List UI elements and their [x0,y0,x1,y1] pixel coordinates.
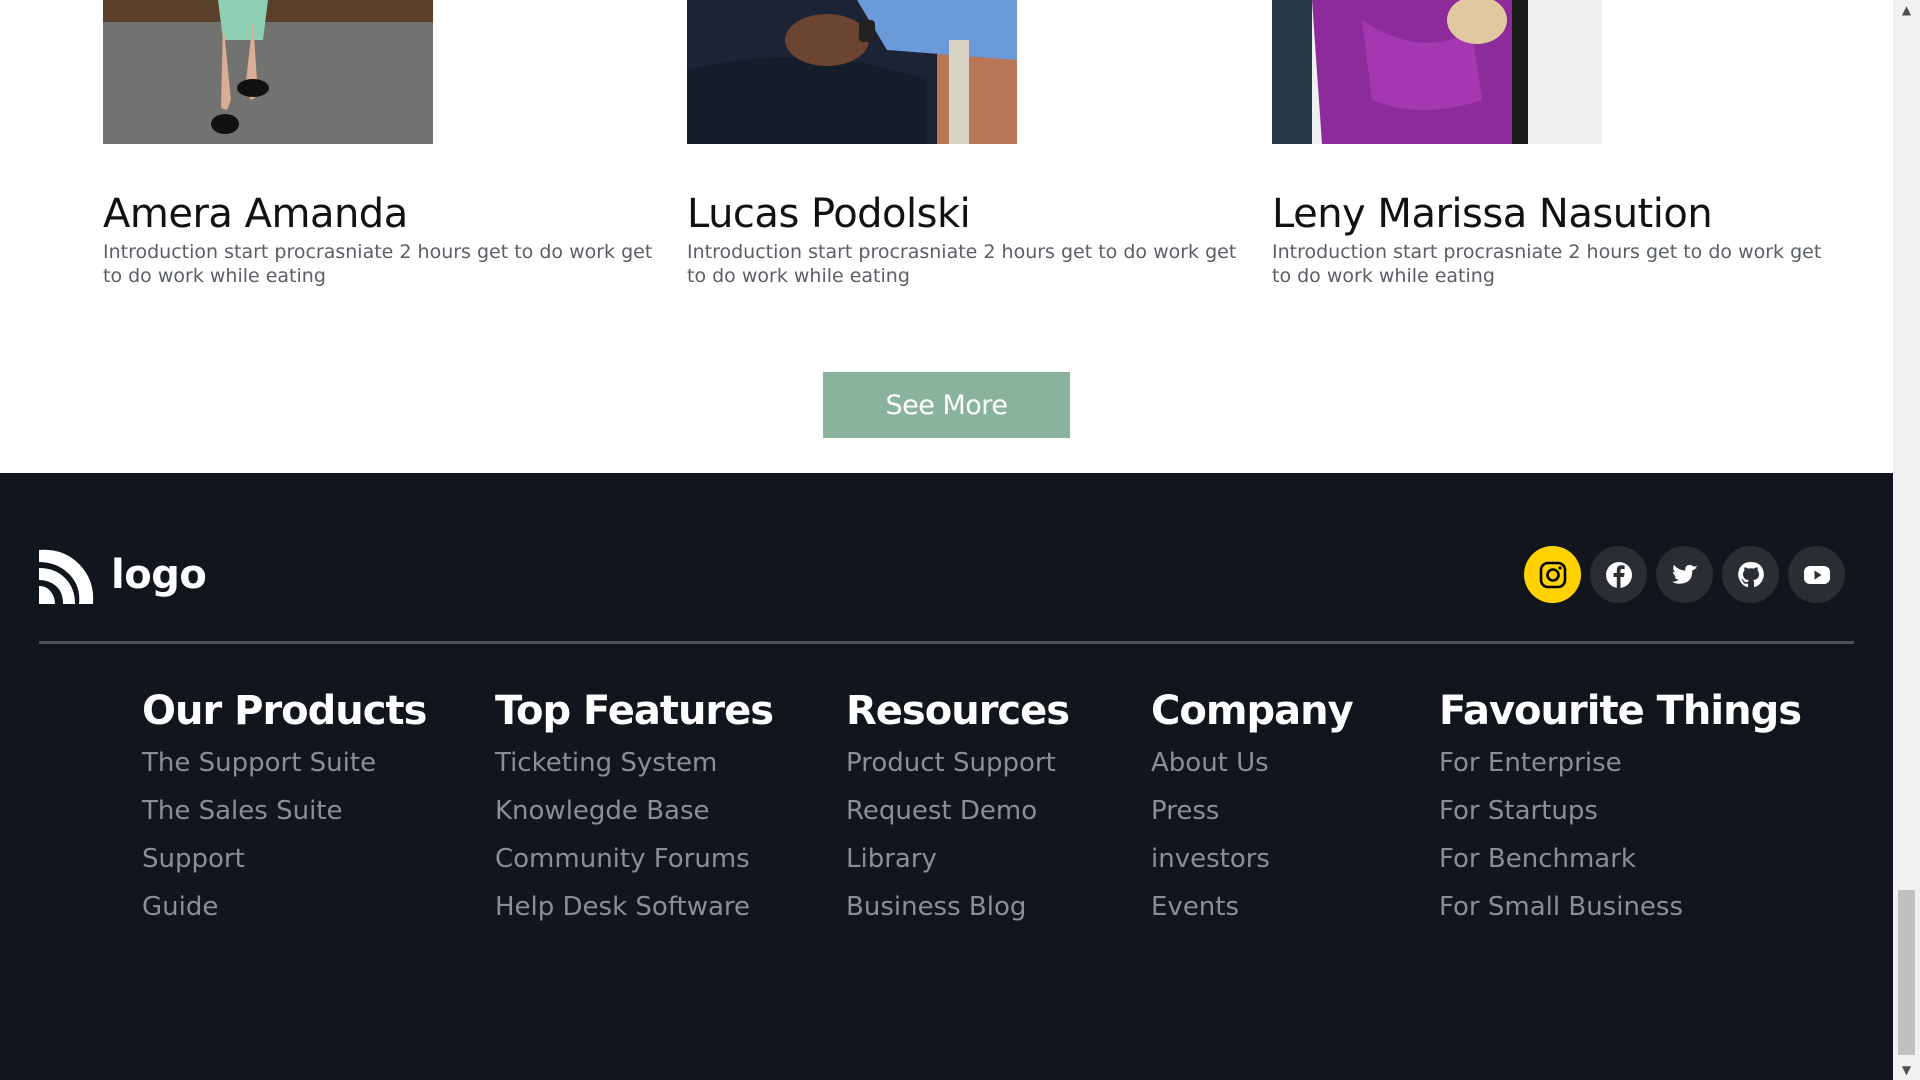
youtube-button[interactable] [1788,546,1845,603]
footer-link[interactable]: About Us [1151,739,1353,787]
facebook-button[interactable] [1590,546,1647,603]
footer-column: Company About Us Press investors Events [1151,688,1354,931]
team-photo [103,0,433,144]
footer-column: Top Features Ticketing System Knowlegde … [495,688,774,931]
footer-column-title: Our Products [142,688,427,734]
footer-column-title: Resources [846,688,1070,734]
team-member-name: Lucas Podolski [687,191,971,237]
team-photo [687,0,1017,144]
footer-link[interactable]: For Enterprise [1439,739,1801,787]
footer-link[interactable]: Press [1151,787,1353,835]
footer-link[interactable]: Request Demo [846,787,1069,835]
github-icon [1737,561,1764,587]
team-card: Leny Marissa Nasution Introduction start… [1272,0,1822,288]
footer-link[interactable]: investors [1151,835,1353,883]
footer-link[interactable]: Support [142,835,426,883]
footer-link[interactable]: Library [846,835,1069,883]
footer-link[interactable]: Business Blog [846,883,1069,931]
facebook-icon [1605,561,1632,588]
footer-column-title: Favourite Things [1439,688,1802,734]
footer-link[interactable]: For Benchmark [1439,835,1801,883]
team-card: Amera Amanda Introduction start procrasn… [103,0,653,288]
page: Amera Amanda Introduction start procrasn… [0,0,1893,1080]
logo-text: logo [111,552,207,598]
twitter-button[interactable] [1656,546,1713,603]
footer-logo[interactable]: logo [39,546,207,604]
footer: logo Our Products The Support Suite The … [0,473,1893,1080]
logo-mark-icon [39,549,94,604]
team-member-name: Leny Marissa Nasution [1272,191,1713,237]
footer-column-title: Top Features [495,688,774,734]
footer-column: Favourite Things For Enterprise For Star… [1439,688,1802,931]
instagram-icon [1539,561,1566,588]
footer-link[interactable]: Guide [142,883,426,931]
youtube-icon [1803,565,1830,584]
footer-column: Resources Product Support Request Demo L… [846,688,1070,931]
social-links [1524,546,1845,603]
team-member-bio: Introduction start procrasniate 2 hours … [1272,241,1822,287]
instagram-button[interactable] [1524,546,1581,603]
footer-columns: Our Products The Support Suite The Sales… [0,689,1893,929]
footer-column: Our Products The Support Suite The Sales… [142,688,427,931]
team-photo [1272,0,1602,144]
twitter-icon [1671,564,1698,584]
team-section: Amera Amanda Introduction start procrasn… [0,0,1893,473]
footer-link[interactable]: The Support Suite [142,739,426,787]
see-more-button[interactable]: See More [823,372,1070,438]
footer-link[interactable]: Product Support [846,739,1069,787]
scroll-down-icon[interactable]: ▼ [1893,1060,1920,1080]
footer-column-title: Company [1151,688,1354,734]
footer-link[interactable]: Events [1151,883,1353,931]
vertical-scrollbar[interactable]: ▲ ▼ [1893,0,1920,1080]
team-card: Lucas Podolski Introduction start procra… [687,0,1237,288]
footer-link[interactable]: For Small Business [1439,883,1801,931]
footer-link[interactable]: Ticketing System [495,739,773,787]
github-button[interactable] [1722,546,1779,603]
footer-link[interactable]: Community Forums [495,835,773,883]
team-member-bio: Introduction start procrasniate 2 hours … [687,241,1237,287]
scroll-up-icon[interactable]: ▲ [1893,0,1920,20]
footer-link[interactable]: Help Desk Software [495,883,773,931]
footer-link[interactable]: The Sales Suite [142,787,426,835]
team-member-name: Amera Amanda [103,191,408,237]
footer-divider [39,641,1854,644]
scroll-thumb[interactable] [1898,890,1915,1055]
footer-link[interactable]: Knowlegde Base [495,787,773,835]
footer-link[interactable]: For Startups [1439,787,1801,835]
team-member-bio: Introduction start procrasniate 2 hours … [103,241,653,287]
